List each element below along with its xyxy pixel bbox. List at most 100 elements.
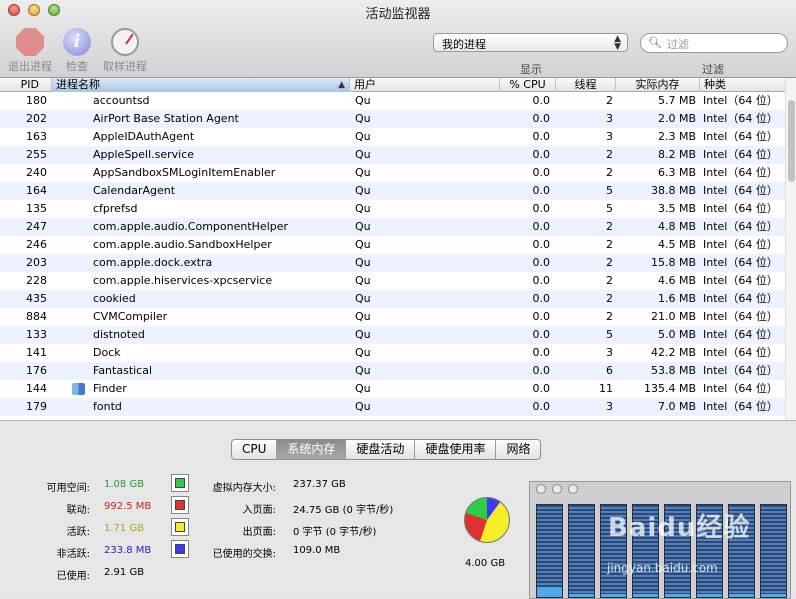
baidu-watermark-url: jingyan.baidu.com — [607, 561, 718, 575]
process-name-cell: cookied — [93, 292, 136, 305]
table-row[interactable]: 247 com.apple.audio.ComponentHelper Qu 0.0 2… — [0, 218, 785, 236]
table-row[interactable]: 435 cookied Qu 0.0 2 1.6 MB Intel（64 位） — [0, 290, 785, 308]
memory-cell: 135.4 MB — [643, 382, 696, 395]
cpu-cell: 0.0 — [532, 238, 551, 251]
table-row[interactable]: 203 com.apple.dock.extra Qu 0.0 2 15.8 MB Inte… — [0, 254, 785, 272]
process-name-cell: AppleIDAuthAgent — [93, 130, 195, 143]
kind-cell: Intel（64 位） — [703, 166, 778, 179]
table-row[interactable]: 141 Dock Qu 0.0 3 42.2 MB Intel（64 位） — [0, 344, 785, 362]
column-kind[interactable]: 种类 — [700, 78, 785, 92]
column-process-name-label: 进程名称 — [56, 78, 100, 91]
mini-minimize-button[interactable] — [552, 484, 562, 494]
threads-cell: 3 — [606, 112, 613, 125]
table-row[interactable]: 228 com.apple.hiservices-xpcservice Qu 0.0 2… — [0, 272, 785, 290]
cpu-cell: 0.0 — [532, 400, 551, 413]
mini-close-button[interactable] — [536, 484, 546, 494]
swap-used-value: 109.0 MB — [293, 545, 341, 556]
kind-cell: Intel（64 位） — [703, 274, 778, 287]
pid-cell: 163 — [26, 130, 47, 143]
cpu-cell: 0.0 — [532, 274, 551, 287]
table-row[interactable]: 176 Fantastical Qu 0.0 6 53.8 MB Intel（64 位） — [0, 362, 785, 380]
window-title: 活动监视器 — [365, 7, 431, 22]
swap-used-label: 已使用的交换: — [212, 549, 276, 560]
column-process-name[interactable]: 进程名称 ▲ — [52, 78, 350, 92]
memory-cell: 42.2 MB — [650, 346, 696, 359]
sample-process-button[interactable]: 取样进程 — [95, 28, 155, 74]
cpu-cell: 0.0 — [532, 112, 551, 125]
cpu-core-meter — [760, 504, 787, 598]
page-in-label: 入页面: — [242, 505, 276, 516]
table-row[interactable]: 179 fontd Qu 0.0 3 7.0 MB Intel（64 位） — [0, 398, 785, 416]
user-cell: Qu — [355, 310, 371, 323]
table-row[interactable]: 144 Finder Qu 0.0 11 135.4 MB Intel（64 位） — [0, 380, 785, 398]
table-row[interactable]: 135 cfprefsd Qu 0.0 5 3.5 MB Intel（64 位） — [0, 200, 785, 218]
threads-cell: 3 — [606, 400, 613, 413]
pid-cell: 203 — [26, 256, 47, 269]
threads-cell: 2 — [606, 94, 613, 107]
show-label: 显示 — [520, 63, 542, 76]
kind-cell: Intel（64 位） — [703, 256, 778, 269]
mini-zoom-button[interactable] — [568, 484, 578, 494]
table-row[interactable]: 133 distnoted Qu 0.0 5 5.0 MB Intel（64 位） — [0, 326, 785, 344]
kind-cell: Intel（64 位） — [703, 220, 778, 233]
tab-4[interactable]: 网络 — [496, 440, 540, 459]
table-row[interactable]: 164 CalendarAgent Qu 0.0 5 38.8 MB Intel（64 位） — [0, 182, 785, 200]
column-threads[interactable]: 线程 — [556, 78, 616, 92]
threads-cell: 3 — [606, 346, 613, 359]
cpu-cell: 0.0 — [532, 202, 551, 215]
memory-cell: 4.6 MB — [657, 274, 696, 287]
tab-0[interactable]: CPU — [232, 440, 278, 459]
column-cpu[interactable]: % CPU — [500, 78, 556, 92]
threads-cell: 2 — [606, 292, 613, 305]
tab-3[interactable]: 硬盘使用率 — [415, 440, 497, 459]
vertical-scrollbar[interactable] — [785, 78, 796, 420]
memory-cell: 8.2 MB — [657, 148, 696, 161]
kind-cell: Intel（64 位） — [703, 292, 778, 305]
page-out-value: 0 字节 (0 字节/秒) — [293, 527, 377, 538]
inactive-color — [175, 544, 185, 554]
table-row[interactable]: 255 AppleSpell.service Qu 0.0 2 8.2 MB Intel（6… — [0, 146, 785, 164]
active-label: 活跃: — [66, 527, 90, 538]
threads-cell: 11 — [599, 382, 613, 395]
cpu-cell: 0.0 — [532, 364, 551, 377]
table-row[interactable]: 180 accountsd Qu 0.0 2 5.7 MB Intel（64 位） — [0, 92, 785, 110]
threads-cell: 2 — [606, 148, 613, 161]
total-memory-label: 4.00 GB — [465, 558, 506, 569]
show-process-select[interactable]: 我的进程 ▲ ▼ — [433, 33, 628, 52]
page-in-value: 24.75 GB (0 字节/秒) — [293, 505, 394, 516]
pid-cell: 255 — [26, 148, 47, 161]
pid-cell: 228 — [26, 274, 47, 287]
cpu-cell: 0.0 — [532, 94, 551, 107]
process-name-cell: AirPort Base Station Agent — [93, 112, 239, 125]
column-pid[interactable]: PID — [0, 78, 52, 92]
pid-cell: 144 — [26, 382, 47, 395]
filter-label: 过滤 — [702, 63, 724, 76]
toolbar: 活动监视器 退出进程 i 检查 取样进程 我的进程 ▲ ▼ 显示 🔍︎ 过滤 过滤 — [0, 0, 796, 78]
table-row[interactable]: 884 CVMCompiler Qu 0.0 2 21.0 MB Intel（64 位） — [0, 308, 785, 326]
user-cell: Qu — [355, 382, 371, 395]
active-color — [175, 522, 185, 532]
kind-cell: Intel（64 位） — [703, 310, 778, 323]
filter-search-field[interactable]: 🔍︎ 过滤 — [640, 33, 788, 53]
kind-cell: Intel（64 位） — [703, 328, 778, 341]
scrollbar-thumb[interactable] — [788, 100, 795, 182]
table-row[interactable]: 202 AirPort Base Station Agent Qu 0.0 3 2.0 M… — [0, 110, 785, 128]
threads-cell: 2 — [606, 238, 613, 251]
tab-1[interactable]: 系统内存 — [277, 440, 347, 459]
free-value: 1.08 GB — [104, 479, 145, 490]
process-rows: 180 accountsd Qu 0.0 2 5.7 MB Intel（64 位） 202 Ai… — [0, 92, 785, 416]
tab-2[interactable]: 硬盘活动 — [346, 440, 416, 459]
column-real-memory[interactable]: 实际内存 — [616, 78, 700, 92]
table-row[interactable]: 163 AppleIDAuthAgent Qu 0.0 3 2.3 MB Intel（64 … — [0, 128, 785, 146]
pid-cell: 179 — [26, 400, 47, 413]
table-row[interactable]: 246 com.apple.audio.SandboxHelper Qu 0.0 2 4.… — [0, 236, 785, 254]
column-user[interactable]: 用户 — [350, 78, 500, 92]
updown-arrow-icon: ▲ ▼ — [614, 34, 621, 52]
user-cell: Qu — [355, 202, 371, 215]
threads-cell: 2 — [606, 310, 613, 323]
table-row[interactable]: 240 AppSandboxSMLoginItemEnabler Qu 0.0 2 6.3… — [0, 164, 785, 182]
process-name-cell: accountsd — [93, 94, 150, 107]
finder-icon — [72, 383, 85, 395]
process-name-cell: distnoted — [93, 328, 145, 341]
free-color — [175, 478, 185, 488]
